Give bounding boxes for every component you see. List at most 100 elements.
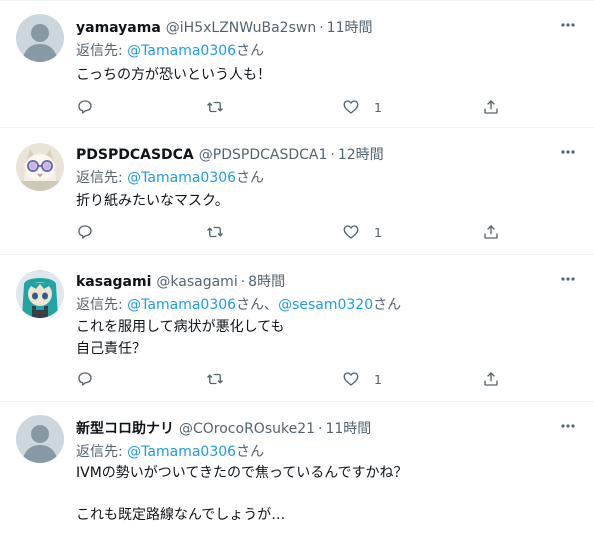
default-avatar-icon bbox=[16, 415, 64, 463]
reply-context: 返信先: @Tamama0306さん、@sesam0320さん bbox=[76, 295, 401, 315]
timestamp[interactable]: 8時間 bbox=[248, 272, 285, 292]
more-button[interactable] bbox=[558, 15, 578, 35]
separator-dot: · bbox=[330, 147, 335, 163]
like-count: 1 bbox=[374, 371, 382, 387]
reply-context: 返信先: @Tamama0306さん bbox=[76, 41, 264, 61]
like-count: 1 bbox=[374, 99, 382, 115]
mention-link[interactable]: @Tamama0306 bbox=[127, 297, 236, 313]
like-count: 1 bbox=[374, 224, 382, 240]
reply-context: 返信先: @Tamama0306さん bbox=[76, 168, 264, 188]
reply-icon bbox=[78, 225, 92, 239]
reply-button[interactable] bbox=[76, 97, 94, 117]
share-icon bbox=[484, 372, 498, 386]
share-icon bbox=[484, 225, 498, 239]
more-dots-icon bbox=[561, 23, 575, 27]
display-name[interactable]: kasagami bbox=[76, 272, 151, 292]
action-bar: 1 bbox=[76, 97, 510, 117]
share-button[interactable] bbox=[482, 222, 500, 242]
tweet-text: こっちの方が恐いという人も！ bbox=[76, 64, 271, 86]
share-icon bbox=[484, 100, 498, 114]
reply-button[interactable] bbox=[76, 369, 94, 389]
mention-link[interactable]: @Tamama0306 bbox=[127, 43, 236, 59]
tweet-text-blank-line bbox=[76, 484, 408, 504]
heart-icon bbox=[343, 100, 359, 114]
mention-link[interactable]: @Tamama0306 bbox=[127, 170, 236, 186]
retweet-icon bbox=[207, 101, 223, 113]
reply-button[interactable] bbox=[76, 222, 94, 242]
reply-prefix: 返信先: bbox=[76, 43, 128, 59]
more-dots-icon bbox=[561, 150, 575, 154]
reply-tweet[interactable]: yamayama @iH5xLZNWuBa2swn · 11時間 返信先: @T… bbox=[0, 0, 594, 128]
reply-suffix: さん bbox=[236, 444, 265, 460]
more-dots-icon bbox=[561, 424, 575, 428]
mention-link[interactable]: @Tamama0306 bbox=[127, 444, 236, 460]
display-name[interactable]: yamayama bbox=[76, 18, 161, 38]
reply-separator: さん、 bbox=[236, 297, 279, 313]
separator-dot: · bbox=[319, 20, 324, 36]
tweet-text-line: これを服用して病状が悪化しても bbox=[76, 319, 285, 335]
reply-prefix: 返信先: bbox=[76, 297, 128, 313]
timestamp[interactable]: 12時間 bbox=[338, 145, 384, 165]
more-button[interactable] bbox=[558, 142, 578, 162]
avatar-figure[interactable] bbox=[16, 270, 64, 318]
reply-suffix: さん bbox=[236, 43, 265, 59]
avatar-cat[interactable] bbox=[16, 143, 64, 191]
user-handle[interactable]: @COrocoROsuke21 bbox=[179, 419, 315, 439]
timestamp[interactable]: 11時間 bbox=[327, 18, 373, 38]
more-dots-icon bbox=[561, 277, 575, 281]
display-name[interactable]: 新型コロ助ナリ bbox=[76, 419, 174, 439]
tweet-text-line: こっちの方が恐いという人も！ bbox=[76, 67, 272, 83]
action-bar: 1 bbox=[76, 369, 510, 389]
default-avatar-icon bbox=[16, 14, 64, 62]
reply-context: 返信先: @Tamama0306さん bbox=[76, 442, 264, 462]
retweet-icon bbox=[207, 373, 223, 385]
like-button[interactable]: 1 bbox=[342, 369, 382, 389]
avatar-default[interactable] bbox=[16, 14, 64, 62]
reply-tweet[interactable]: 新型コロ助ナリ @COrocoROsuke21 · 11時間 返信先: @Tam… bbox=[0, 402, 594, 533]
share-button[interactable] bbox=[482, 369, 500, 389]
figure-avatar-image bbox=[16, 270, 64, 318]
retweet-button[interactable] bbox=[206, 97, 224, 117]
tweet-header: 新型コロ助ナリ @COrocoROsuke21 · 11時間 bbox=[76, 419, 371, 439]
more-button[interactable] bbox=[558, 416, 578, 436]
user-handle[interactable]: @iH5xLZNWuBa2swn bbox=[166, 18, 316, 38]
separator-dot: · bbox=[240, 274, 246, 290]
tweet-text: 折り紙みたいなマスク。 bbox=[76, 190, 229, 212]
reply-prefix: 返信先: bbox=[76, 444, 128, 460]
reply-tweet[interactable]: PDSPDCASDCA @PDSPDCASDCA1 · 12時間 返信先: @T… bbox=[0, 128, 594, 255]
tweet-text: IVMの勢いがついてきたので焦っているんですかね？ これも既定路線なんでしょうが… bbox=[76, 462, 408, 526]
user-handle[interactable]: @PDSPDCASDCA1 bbox=[199, 145, 328, 165]
tweet-text-line: IVMの勢いがついてきたので焦っているんですかね？ bbox=[76, 465, 408, 481]
retweet-icon bbox=[207, 226, 223, 238]
separator-dot: · bbox=[318, 421, 323, 437]
user-handle[interactable]: @kasagami bbox=[156, 272, 237, 292]
reply-suffix: さん bbox=[373, 297, 402, 313]
reply-icon bbox=[78, 100, 92, 114]
retweet-button[interactable] bbox=[206, 369, 224, 389]
reply-suffix: さん bbox=[236, 170, 265, 186]
tweet-text-line: 折り紙みたいなマスク。 bbox=[76, 193, 229, 209]
share-button[interactable] bbox=[482, 97, 500, 117]
like-button[interactable]: 1 bbox=[342, 222, 382, 242]
tweet-header: yamayama @iH5xLZNWuBa2swn · 11時間 bbox=[76, 18, 372, 38]
tweet-text-line: 自己責任？ bbox=[76, 341, 146, 357]
retweet-button[interactable] bbox=[206, 222, 224, 242]
reply-icon bbox=[78, 372, 92, 386]
cat-avatar-image bbox=[16, 143, 64, 191]
tweet-header: kasagami @kasagami · 8時間 bbox=[76, 272, 285, 292]
reply-tweet[interactable]: kasagami @kasagami · 8時間 返信先: @Tamama030… bbox=[0, 255, 594, 402]
tweet-text: これを服用して病状が悪化しても 自己責任？ bbox=[76, 316, 284, 360]
avatar-default[interactable] bbox=[16, 415, 64, 463]
heart-icon bbox=[343, 225, 359, 239]
tweet-header: PDSPDCASDCA @PDSPDCASDCA1 · 12時間 bbox=[76, 145, 384, 165]
reply-prefix: 返信先: bbox=[76, 170, 128, 186]
action-bar: 1 bbox=[76, 222, 510, 242]
display-name[interactable]: PDSPDCASDCA bbox=[76, 145, 194, 165]
heart-icon bbox=[343, 372, 359, 386]
mention-link[interactable]: @sesam0320 bbox=[278, 297, 373, 313]
like-button[interactable]: 1 bbox=[342, 97, 382, 117]
tweet-text-line: これも既定路線なんでしょうが… bbox=[76, 507, 286, 523]
timestamp[interactable]: 11時間 bbox=[325, 419, 371, 439]
more-button[interactable] bbox=[558, 269, 578, 289]
reply-feed: yamayama @iH5xLZNWuBa2swn · 11時間 返信先: @T… bbox=[0, 0, 594, 533]
